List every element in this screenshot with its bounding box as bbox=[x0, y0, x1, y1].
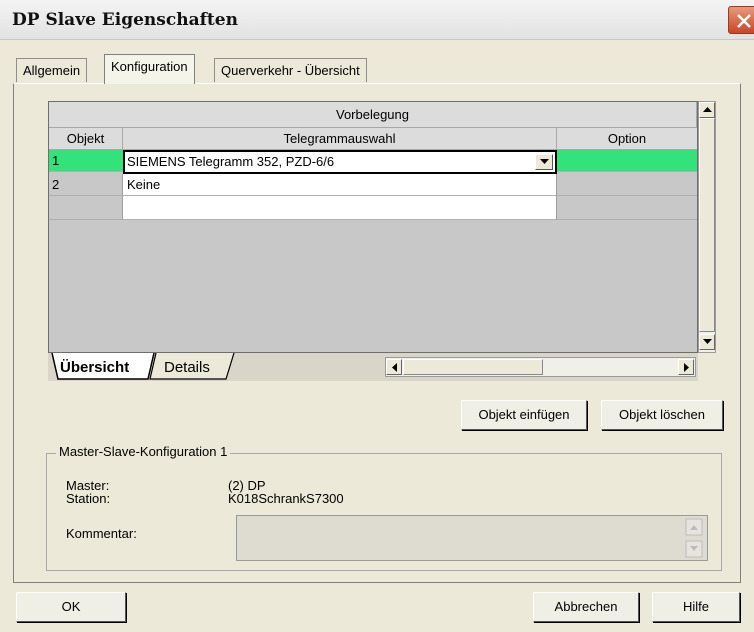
tab-querverkehr[interactable]: Querverkehr - Übersicht bbox=[214, 58, 367, 82]
arrow-left-icon bbox=[392, 363, 397, 372]
sheet-tab-uebersicht[interactable]: Übersicht bbox=[60, 359, 129, 376]
arrow-right-icon bbox=[684, 363, 689, 372]
tab-konfiguration[interactable]: Konfiguration bbox=[104, 54, 195, 84]
row-3-telegramm[interactable] bbox=[123, 196, 557, 220]
delete-object-button[interactable]: Objekt löschen bbox=[601, 400, 723, 430]
tab-label: Allgemein bbox=[23, 63, 81, 78]
scroll-up-button[interactable] bbox=[699, 102, 715, 118]
insert-object-button[interactable]: Objekt einfügen bbox=[461, 400, 587, 430]
station-label: Station: bbox=[66, 491, 111, 506]
hscroll-thumb[interactable] bbox=[403, 359, 543, 375]
tab-allgemein[interactable]: Allgemein bbox=[16, 58, 88, 82]
row-2-option[interactable] bbox=[557, 174, 697, 196]
station-value: K018SchrankS7300 bbox=[228, 491, 344, 506]
telegramm-dropdown-value: SIEMENS Telegramm 352, PZD-6/6 bbox=[127, 154, 335, 169]
configuration-grid: Vorbelegung Objekt Telegrammauswahl Opti… bbox=[48, 101, 698, 353]
group-legend: Master-Slave-Konfiguration 1 bbox=[56, 444, 231, 459]
window-title: DP Slave Eigenschaften bbox=[12, 10, 238, 30]
cancel-button[interactable]: Abbrechen bbox=[533, 592, 639, 622]
row-2-objekt[interactable]: 2 bbox=[49, 174, 123, 196]
chevron-down-icon bbox=[540, 159, 549, 164]
help-button[interactable]: Hilfe bbox=[652, 592, 740, 622]
row-3-option[interactable] bbox=[557, 196, 697, 220]
arrow-down-icon bbox=[703, 339, 712, 344]
sheet-tab-details[interactable]: Details bbox=[164, 359, 210, 376]
title-bar: DP Slave Eigenschaften bbox=[0, 0, 754, 40]
comment-scrollbar[interactable] bbox=[684, 517, 706, 559]
arrow-up-icon bbox=[703, 107, 712, 112]
column-header-objekt[interactable]: Objekt bbox=[49, 128, 123, 150]
scroll-left-button[interactable] bbox=[386, 359, 402, 375]
comment-label: Kommentar: bbox=[66, 526, 137, 541]
scroll-thumb[interactable] bbox=[699, 118, 715, 332]
grid-horizontal-scrollbar[interactable] bbox=[385, 357, 696, 377]
grid-vertical-scrollbar[interactable] bbox=[698, 101, 716, 353]
close-icon bbox=[737, 14, 751, 28]
grid-group-header: Vorbelegung bbox=[49, 102, 697, 128]
comment-field[interactable] bbox=[236, 515, 708, 561]
scroll-down-button[interactable] bbox=[699, 334, 715, 350]
row-1-option[interactable] bbox=[557, 150, 697, 172]
close-button[interactable] bbox=[728, 6, 754, 34]
dropdown-arrow-button[interactable] bbox=[535, 154, 553, 170]
telegramm-dropdown[interactable]: SIEMENS Telegramm 352, PZD-6/6 bbox=[123, 150, 557, 174]
column-header-telegrammauswahl[interactable]: Telegrammauswahl bbox=[123, 128, 557, 150]
row-1-objekt[interactable]: 1 bbox=[49, 150, 123, 172]
column-header-option[interactable]: Option bbox=[557, 128, 697, 150]
tab-label: Querverkehr - Übersicht bbox=[221, 63, 360, 78]
comment-scroll-arrows bbox=[685, 518, 703, 558]
scroll-right-button[interactable] bbox=[678, 359, 694, 375]
row-3-objekt[interactable] bbox=[49, 196, 123, 220]
ok-button[interactable]: OK bbox=[16, 592, 126, 622]
tab-label: Konfiguration bbox=[111, 59, 188, 74]
row-2-telegramm[interactable]: Keine bbox=[123, 174, 557, 196]
